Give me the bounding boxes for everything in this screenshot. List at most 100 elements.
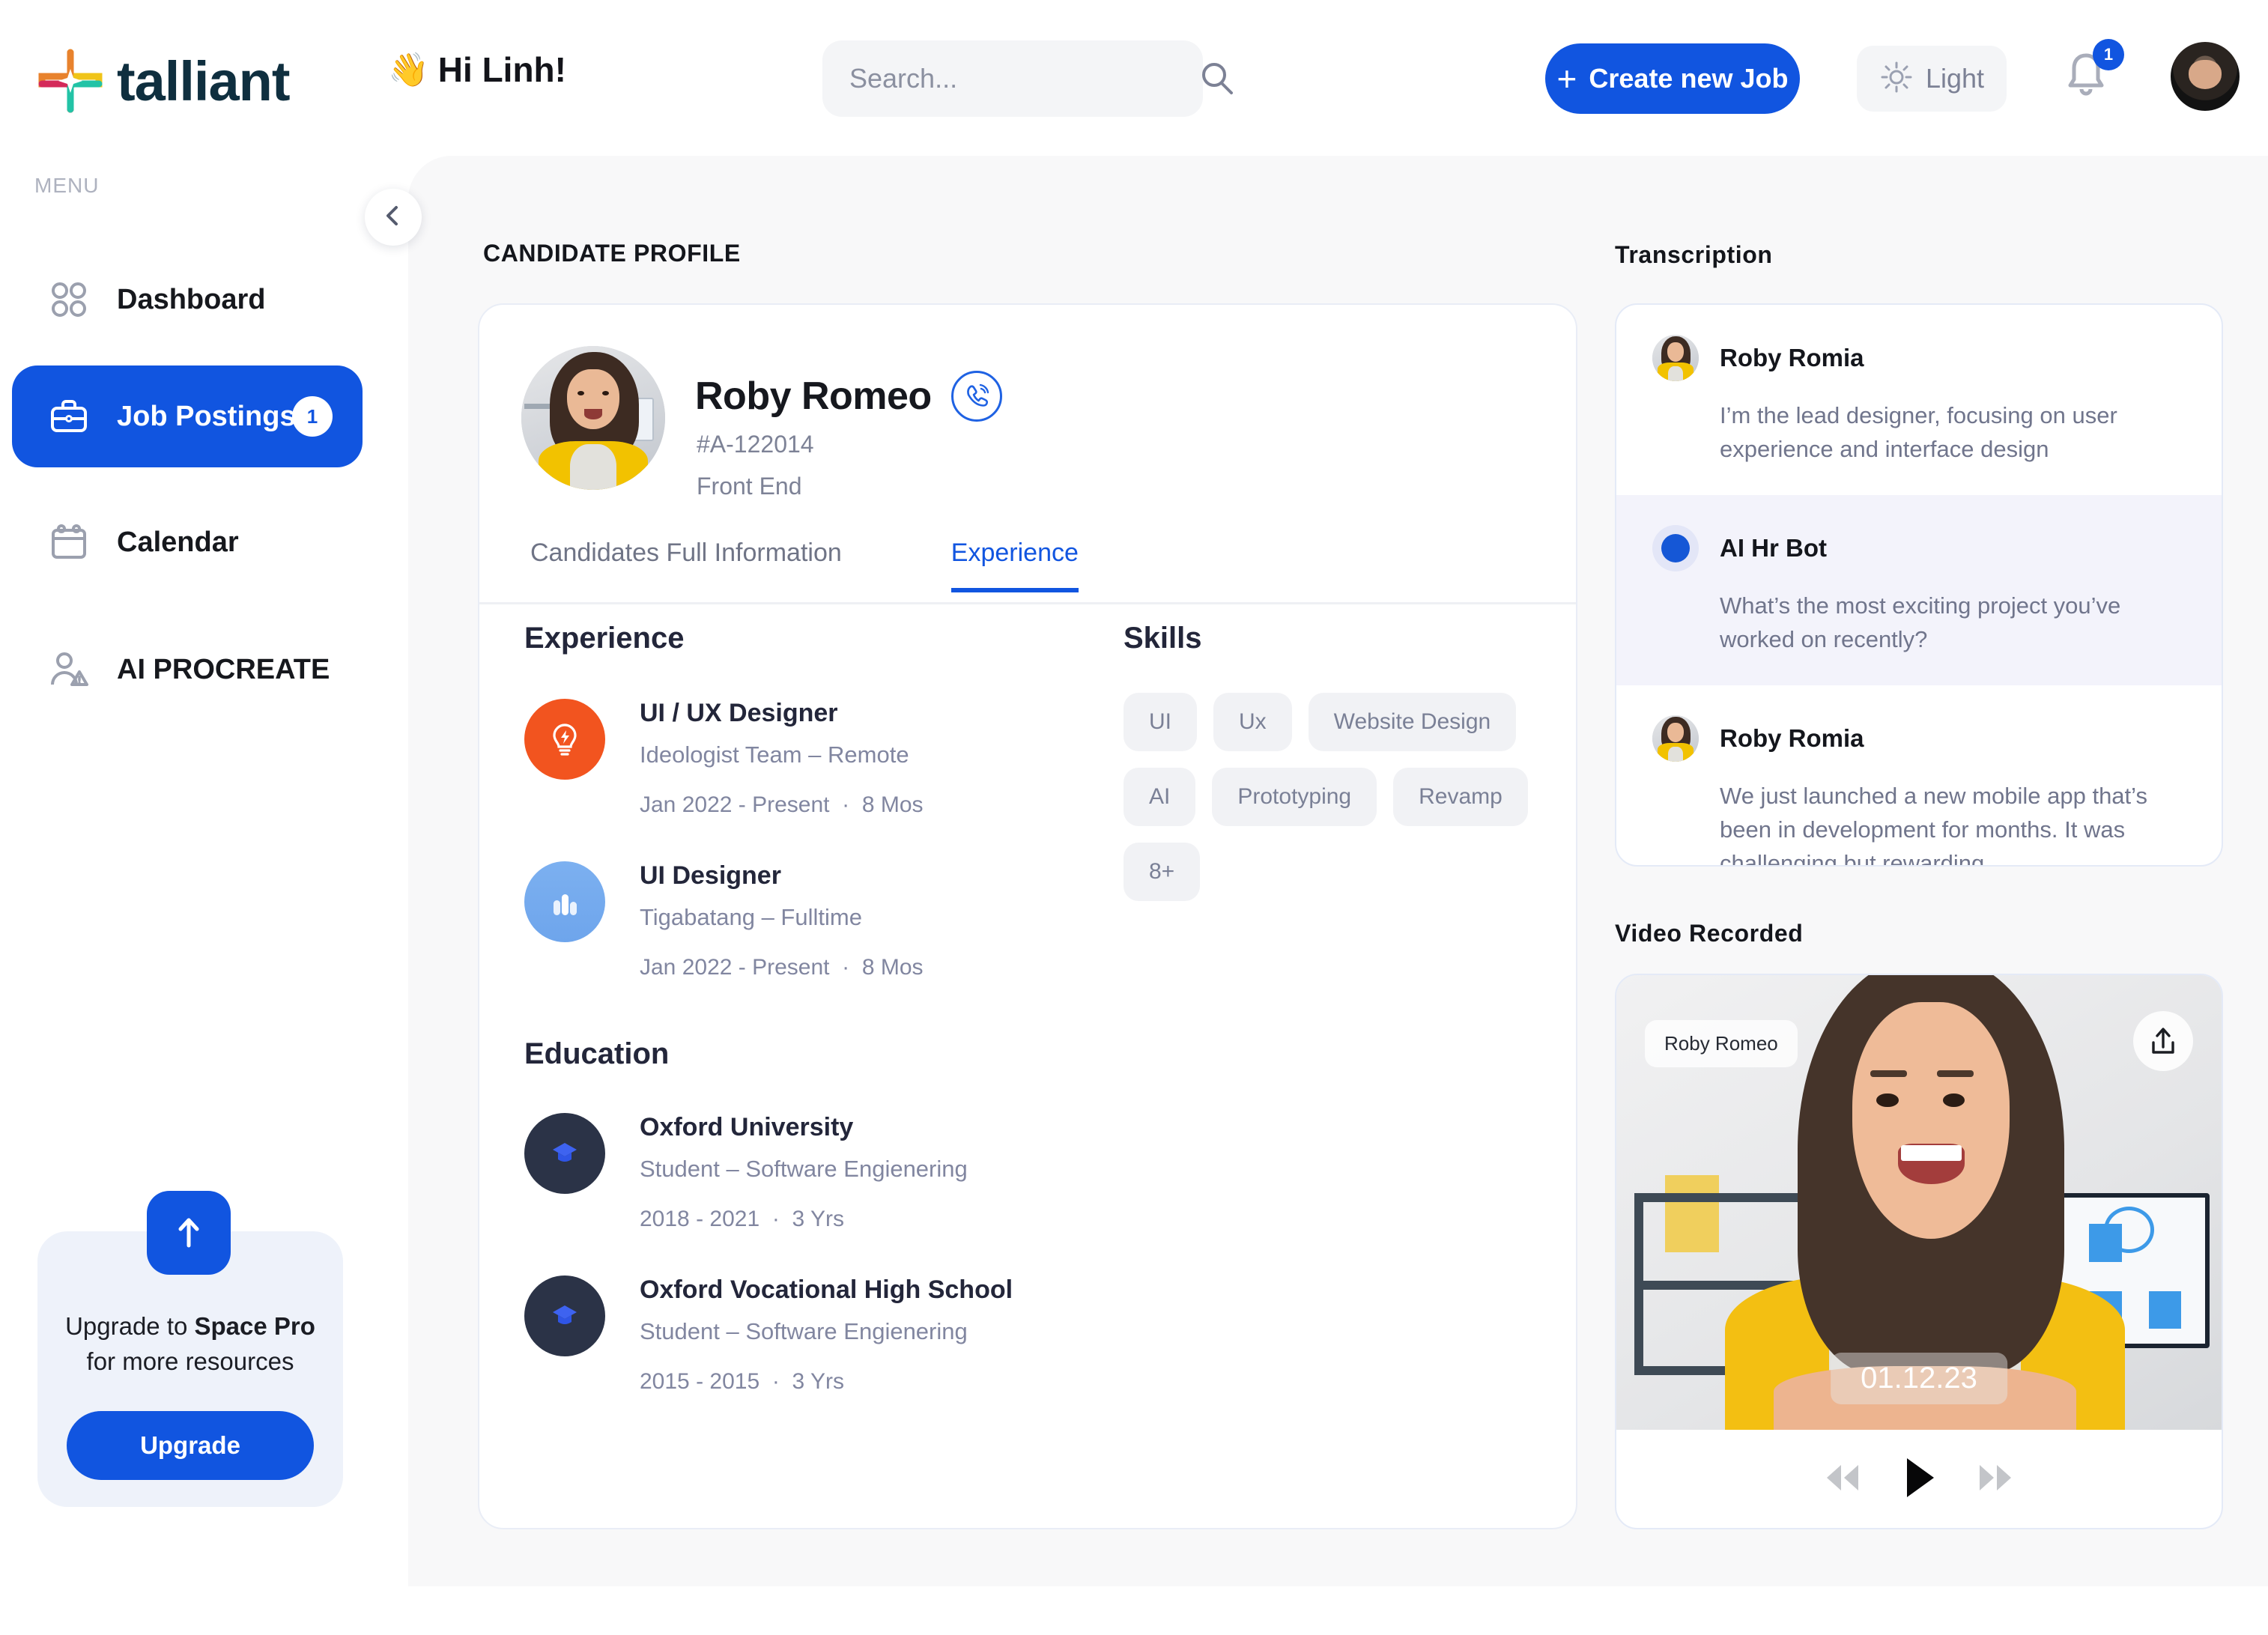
speaker-avatar [1652,715,1699,762]
experience-subtitle: Ideologist Team – Remote [640,741,909,768]
sidebar-item-ai-procreate[interactable]: AI PROCREATE [12,619,363,721]
education-meta: 2015 - 2015 · 3 Yrs [640,1369,1013,1395]
sidebar-item-badge: 1 [292,396,333,437]
phone-icon [966,383,989,407]
speaker-name: Roby Romia [1720,724,1864,752]
sidebar-item-calendar[interactable]: Calendar [12,491,363,593]
dot-separator: · [835,792,862,817]
fast-forward-button[interactable] [1974,1460,2016,1499]
education-dates: 2018 - 2021 [640,1207,760,1231]
page-title: CANDIDATE PROFILE [483,240,741,267]
skill-chip[interactable]: AI [1124,768,1196,826]
skills-section: Skills UI Ux Website Design AI Prototypi… [1124,622,1528,901]
education-title: Oxford Vocational High School [640,1275,1013,1304]
candidate-role: Front End [697,473,802,500]
candidate-name: Roby Romeo [695,374,932,418]
grid-icon [48,279,90,321]
upgrade-arrow-icon [147,1191,231,1275]
play-icon [1907,1458,1934,1497]
greeting-text: Hi Linh! [437,50,566,89]
call-candidate-button[interactable] [950,371,1002,422]
tab-candidates-full-information[interactable]: Candidates Full Information [530,539,842,590]
upgrade-line1-prefix: Upgrade to [65,1312,195,1340]
experience-meta: Jan 2022 - Present · 8 Mos [640,955,924,980]
speaker-name: Roby Romia [1720,344,1864,371]
education-heading: Education [524,1037,670,1070]
transcript-text: What’s the most exciting project you’ve … [1720,592,2121,652]
user-alert-icon [48,649,90,691]
education-duration: 3 Yrs [792,1207,844,1231]
graduation-cap-icon [524,1113,605,1194]
experience-heading: Experience [524,622,685,655]
dot-separator: · [835,955,862,980]
transcript-message: Roby Romia We just launched a new mobile… [1616,685,2222,867]
video-recorded-heading: Video Recorded [1615,920,1804,947]
experience-duration: 8 Mos [861,955,924,980]
skill-chip-more[interactable]: 8+ [1124,843,1201,901]
sidebar-item-label: Calendar [117,526,239,558]
bar-chart-icon [524,861,605,942]
greeting: 👋 Hi Linh! [388,49,566,90]
upgrade-message: Upgrade to Space Pro for more resources [65,1309,315,1380]
sidebar: MENU Dashboard Job Postings 1 Calendar A… [0,157,416,1635]
sidebar-section-label: MENU [34,174,100,197]
upgrade-button[interactable]: Upgrade [67,1410,314,1480]
search-icon [1198,59,1237,98]
theme-toggle[interactable]: Light [1857,46,2007,112]
calendar-icon [48,521,90,563]
education-meta: 2018 - 2021 · 3 Yrs [640,1207,968,1232]
skill-chip[interactable]: Ux [1213,693,1292,751]
transcript-message: AI Hr Bot What’s the most exciting proje… [1616,494,2222,685]
education-dates: 2015 - 2015 [640,1369,760,1394]
skill-chip[interactable]: Prototyping [1212,768,1377,826]
create-new-job-button[interactable]: + Create new Job [1545,43,1800,114]
candidate-id: #A-122014 [697,431,814,458]
top-header-bar: talliant 👋 Hi Linh! + Create new Job [0,0,2268,157]
share-button[interactable] [2133,1011,2193,1071]
candidate-avatar [521,346,665,490]
video-timestamp: 01.12.23 [1831,1353,2007,1404]
experience-entry: UI Designer Tigabatang – Fulltime Jan 20… [524,861,924,980]
sidebar-item-dashboard[interactable]: Dashboard [12,249,363,351]
skills-heading: Skills [1124,622,1202,655]
video-preview[interactable]: Roby Romeo 01.12.23 [1616,975,2222,1430]
experience-meta: Jan 2022 - Present · 8 Mos [640,792,924,818]
video-player-card: Roby Romeo 01.12.23 [1615,974,2223,1529]
education-subtitle: Student – Software Engienering [640,1156,968,1182]
education-entry: Oxford Vocational High School Student – … [524,1275,1013,1395]
sidebar-item-label: Dashboard [117,283,266,315]
notifications-button[interactable]: 1 [2060,39,2124,106]
skill-chip[interactable]: Revamp [1393,768,1528,826]
experience-title: UI / UX Designer [640,699,838,727]
collapse-sidebar-button[interactable] [365,189,422,246]
transcript-text: We just launched a new mobile app that’s… [1720,782,2147,867]
brand-logo[interactable]: talliant [36,46,290,115]
chevron-left-icon [380,203,406,232]
speaker-name: AI Hr Bot [1720,533,1827,562]
lightbulb-icon [524,699,605,780]
experience-subtitle: Tigabatang – Fulltime [640,904,862,930]
user-avatar[interactable] [2171,42,2240,111]
upgrade-line2: for more resources [86,1347,294,1375]
transcription-heading: Transcription [1615,241,1773,268]
transcription-card: Roby Romia I’m the lead designer, focusi… [1615,303,2223,867]
sidebar-item-job-postings[interactable]: Job Postings 1 [12,365,363,467]
education-section: Education Oxford University Student – So… [524,1037,1013,1395]
talliant-logo-icon [36,46,105,115]
tab-experience[interactable]: Experience [950,539,1079,592]
search-input[interactable] [849,63,1198,94]
fast-forward-icon [1980,1465,2011,1490]
search-bar[interactable] [822,40,1233,117]
video-controls [1616,1430,2222,1528]
theme-label: Light [1925,63,1985,94]
skills-chip-list: UI Ux Website Design AI Prototyping Reva… [1124,693,1528,901]
education-entry: Oxford University Student – Software Eng… [524,1113,1013,1232]
skill-chip[interactable]: Website Design [1308,693,1517,751]
profile-tabs: Candidates Full Information Experience [479,539,1576,604]
rewind-button[interactable] [1822,1460,1864,1499]
skill-chip[interactable]: UI [1124,693,1197,751]
experience-dates: Jan 2022 - Present [640,955,830,980]
speaker-avatar [1652,335,1699,381]
experience-title: UI Designer [640,861,781,890]
play-button[interactable] [1899,1455,1938,1504]
